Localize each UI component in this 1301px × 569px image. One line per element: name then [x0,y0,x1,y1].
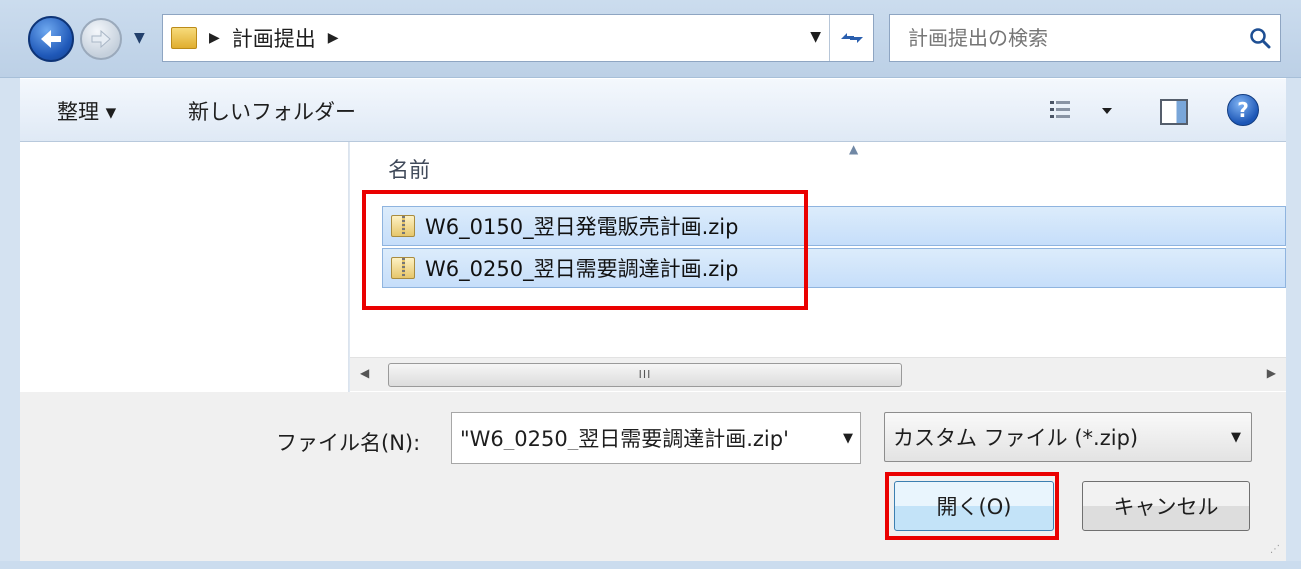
filename-label: ファイル名(N): [276,431,421,455]
back-button[interactable] [28,16,74,62]
filename-combobox[interactable]: ▼ [451,412,861,464]
zip-file-icon [391,257,415,279]
arrow-right-icon [91,29,111,49]
forward-button[interactable] [80,18,122,60]
filename-input[interactable] [452,426,836,450]
window-frame-bottom [0,561,1301,569]
breadcrumb-chevron-icon[interactable]: ▶ [209,30,220,46]
sort-ascending-icon: ▲ [849,142,859,156]
organize-menu-button[interactable]: 整理 ▾ [57,96,116,126]
scroll-left-icon[interactable]: ◀ [360,366,369,380]
file-row[interactable]: W6_0250_翌日需要調達計画.zip [382,248,1286,288]
horizontal-scrollbar[interactable]: ◀ III ▶ [350,357,1286,391]
breadcrumb-item[interactable]: 計画提出 [232,23,316,53]
window-frame-left [0,78,20,561]
refresh-icon [840,33,863,43]
history-dropdown-icon[interactable]: ▼ [134,30,145,46]
help-icon[interactable]: ? [1227,94,1259,126]
window-frame-right [1286,78,1301,561]
scrollbar-thumb[interactable]: III [388,363,902,387]
breadcrumb-chevron-icon[interactable]: ▶ [328,30,339,46]
command-bar: 整理 ▾ 新しいフォルダー ? [20,78,1286,142]
file-name: W6_0150_翌日発電販売計画.zip [425,215,739,239]
open-file-dialog: ▼ ▶ 計画提出 ▶ ▼ 整理 ▾ [0,0,1301,569]
file-name: W6_0250_翌日需要調達計画.zip [425,257,739,281]
file-list-pane[interactable]: ▲ 名前 W6_0150_翌日発電販売計画.zip W6_0250_翌日需要調達… [350,142,1286,392]
address-bar[interactable]: ▶ 計画提出 ▶ ▼ [162,14,874,62]
file-type-select[interactable]: カスタム ファイル (*.zip) ▼ [884,412,1252,462]
arrow-left-icon [41,30,61,48]
cancel-button[interactable]: キャンセル [1082,481,1250,531]
file-type-dropdown-icon[interactable]: ▼ [1221,430,1251,445]
search-input[interactable] [890,26,1240,50]
navigation-pane[interactable] [20,142,349,392]
address-dropdown-icon[interactable]: ▼ [810,29,821,45]
scroll-right-icon[interactable]: ▶ [1267,366,1276,380]
search-icon[interactable] [1240,27,1280,49]
resize-grip-icon[interactable]: ⋰ [1270,544,1280,555]
folder-icon [171,27,197,49]
search-box[interactable] [889,14,1281,62]
file-row[interactable]: W6_0150_翌日発電販売計画.zip [382,206,1286,246]
filename-dropdown-icon[interactable]: ▼ [836,431,860,446]
navigation-bar: ▼ ▶ 計画提出 ▶ ▼ [0,0,1301,78]
details-view-icon [1050,101,1112,118]
dialog-footer: ファイル名(N): ▼ カスタム ファイル (*.zip) ▼ 開く(O) キャ… [20,392,1286,561]
view-options-button[interactable] [1050,97,1120,125]
file-type-value: カスタム ファイル (*.zip) [893,426,1139,450]
column-header-name[interactable]: 名前 [388,154,430,184]
new-folder-button[interactable]: 新しいフォルダー [188,96,356,126]
open-button[interactable]: 開く(O) [894,481,1054,531]
refresh-button[interactable] [829,15,873,61]
zip-file-icon [391,215,415,237]
preview-pane-button[interactable] [1160,99,1188,125]
